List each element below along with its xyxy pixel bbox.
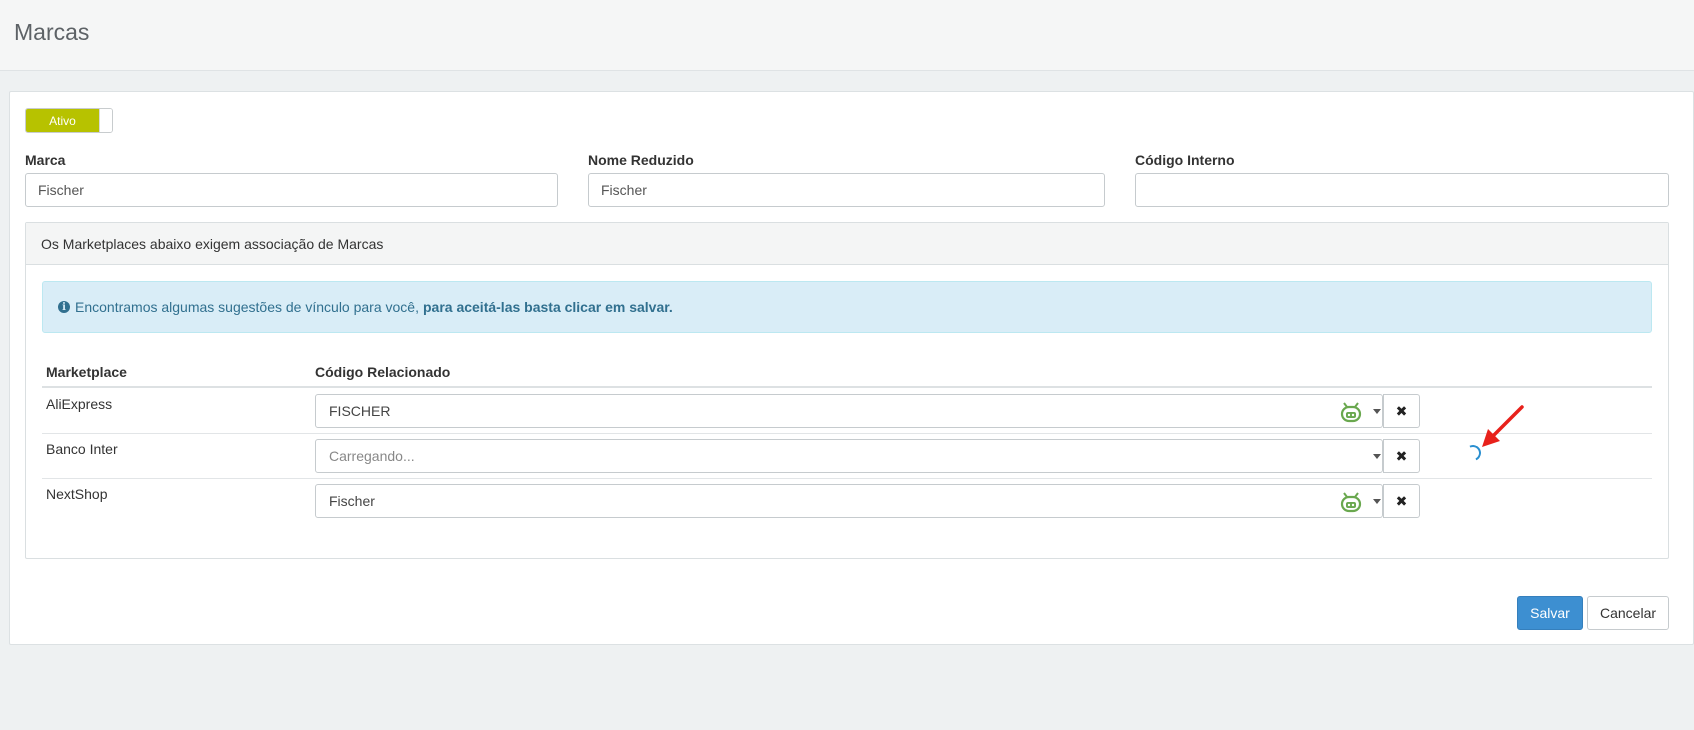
table-header-divider — [42, 386, 1652, 388]
status-toggle-label: Ativo — [26, 109, 99, 132]
nome-reduzido-input[interactable] — [588, 173, 1105, 207]
close-icon: ✖ — [1395, 447, 1408, 464]
marketplace-name-aliexpress: AliExpress — [46, 396, 113, 412]
nome-reduzido-label: Nome Reduzido — [588, 152, 694, 168]
clear-button[interactable]: ✖ — [1383, 439, 1420, 473]
status-toggle-knob[interactable] — [99, 109, 112, 132]
close-icon: ✖ — [1395, 402, 1408, 419]
codigo-interno-input[interactable] — [1135, 173, 1669, 207]
page-header: Marcas — [0, 0, 1694, 71]
marketplaces-panel: Os Marketplaces abaixo exigem associação… — [25, 222, 1669, 559]
row-divider — [42, 478, 1652, 479]
row-divider — [42, 433, 1652, 434]
robot-icon — [1340, 492, 1362, 513]
marketplace-name-nextshop: NextShop — [46, 486, 108, 502]
red-arrow-annotation-icon — [1482, 405, 1524, 447]
codigo-select-value: FISCHER — [329, 403, 391, 419]
marketplace-name-banco-inter: Banco Inter — [46, 441, 118, 457]
chevron-down-icon[interactable] — [1373, 454, 1381, 459]
column-header-codigo-relacionado: Código Relacionado — [315, 364, 451, 380]
suggestion-alert-bold-text: para aceitá-las basta clicar em salvar. — [422, 299, 673, 315]
robot-icon — [1340, 402, 1362, 423]
codigo-select-aliexpress[interactable]: FISCHER ✖ — [315, 394, 1420, 428]
info-circle-icon: i — [58, 301, 70, 313]
marca-input[interactable] — [25, 173, 558, 207]
marca-label: Marca — [25, 152, 66, 168]
chevron-down-icon[interactable] — [1373, 409, 1381, 414]
codigo-select-banco-inter[interactable]: Carregando... ✖ — [315, 439, 1420, 473]
cancel-button[interactable]: Cancelar — [1587, 596, 1669, 630]
close-icon: ✖ — [1395, 492, 1408, 509]
clear-button[interactable]: ✖ — [1383, 394, 1420, 428]
codigo-select-value: Fischer — [329, 493, 375, 509]
codigo-select-nextshop[interactable]: Fischer ✖ — [315, 484, 1420, 518]
marketplaces-panel-heading: Os Marketplaces abaixo exigem associação… — [26, 223, 1668, 265]
page-title: Marcas — [14, 19, 90, 45]
chevron-down-icon[interactable] — [1373, 499, 1381, 504]
codigo-select-loading-text: Carregando... — [329, 448, 415, 464]
suggestion-alert-text: Encontramos algumas sugestões de vínculo… — [75, 299, 419, 315]
column-header-marketplace: Marketplace — [46, 364, 127, 380]
codigo-interno-label: Código Interno — [1135, 152, 1235, 168]
suggestion-alert: i Encontramos algumas sugestões de víncu… — [42, 281, 1652, 333]
status-toggle[interactable]: Ativo — [25, 108, 113, 133]
save-button[interactable]: Salvar — [1517, 596, 1583, 630]
clear-button[interactable]: ✖ — [1383, 484, 1420, 518]
